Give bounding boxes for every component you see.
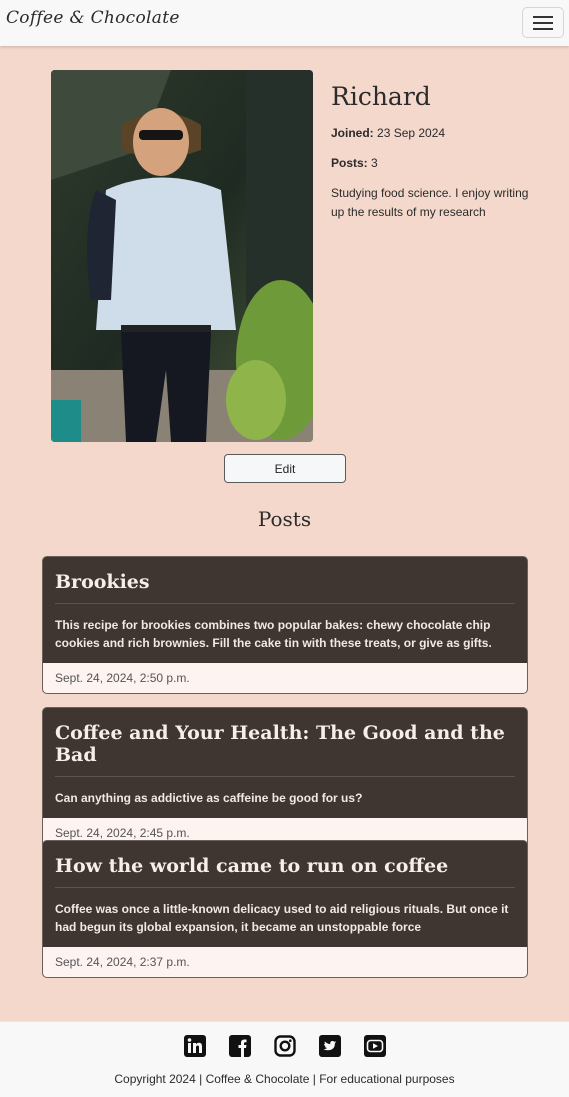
- posts-count-value: 3: [371, 156, 378, 170]
- posts-count-label: Posts:: [331, 156, 368, 170]
- post-date: Sept. 24, 2024, 2:37 p.m.: [43, 947, 527, 977]
- linkedin-icon[interactable]: [183, 1035, 206, 1057]
- post-excerpt: This recipe for brookies combines two po…: [55, 618, 492, 650]
- joined-info: Joined: 23 Sep 2024: [331, 126, 445, 140]
- profile-photo: [51, 70, 313, 442]
- facebook-icon[interactable]: [228, 1035, 251, 1057]
- social-links: [0, 1035, 569, 1057]
- post-excerpt: Coffee was once a little-known delicacy …: [55, 902, 509, 934]
- post-excerpt: Can anything as addictive as caffeine be…: [55, 791, 363, 805]
- post-title[interactable]: How the world came to run on coffee: [55, 841, 515, 888]
- post-title[interactable]: Coffee and Your Health: The Good and the…: [55, 708, 515, 777]
- post-card[interactable]: How the world came to run on coffee Coff…: [42, 840, 528, 978]
- posts-count-info: Posts: 3: [331, 156, 378, 170]
- post-title[interactable]: Brookies: [55, 557, 515, 604]
- site-footer: Copyright 2024 | Coffee & Chocolate | Fo…: [0, 1021, 569, 1097]
- navbar: Coffee & Chocolate: [0, 0, 569, 46]
- profile-name: Richard: [331, 82, 431, 111]
- posts-heading: Posts: [257, 507, 312, 531]
- joined-date: 23 Sep 2024: [377, 126, 446, 140]
- profile-bio: Studying food science. I enjoy writing u…: [331, 186, 529, 219]
- post-date: Sept. 24, 2024, 2:50 p.m.: [43, 663, 527, 693]
- hamburger-icon: [533, 15, 553, 30]
- navbar-toggler-button[interactable]: [522, 7, 564, 38]
- post-card[interactable]: Brookies This recipe for brookies combin…: [42, 556, 528, 694]
- youtube-icon[interactable]: [363, 1035, 386, 1057]
- copyright-text: Copyright 2024 | Coffee & Chocolate | Fo…: [114, 1072, 455, 1086]
- post-card[interactable]: Coffee and Your Health: The Good and the…: [42, 707, 528, 849]
- instagram-icon[interactable]: [273, 1035, 296, 1057]
- brand-logo[interactable]: Coffee & Chocolate: [6, 8, 180, 28]
- joined-label: Joined:: [331, 126, 374, 140]
- edit-profile-button[interactable]: Edit: [224, 454, 346, 483]
- twitter-icon[interactable]: [318, 1035, 341, 1057]
